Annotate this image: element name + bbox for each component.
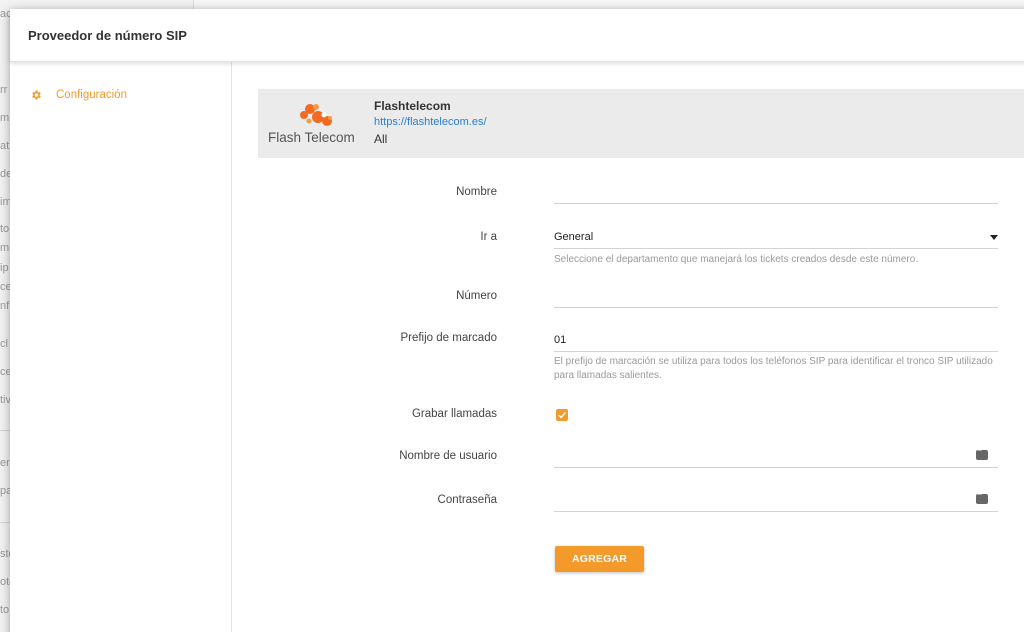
modal-sidebar: Configuración [10, 62, 232, 632]
password-manager-icon[interactable] [976, 447, 988, 460]
modal-header: Proveedor de número SIP [10, 9, 1024, 62]
grabar-label: Grabar llamadas [411, 408, 497, 420]
sidebar-item-label: Configuración [56, 89, 127, 101]
provider-url-link[interactable]: https://flashtelecom.es/ [374, 116, 487, 128]
ir-a-hint: Seleccione el departamento que manejará … [554, 254, 919, 265]
provider-card: Flash Telecom Flashtelecom https://flash… [258, 89, 1024, 158]
modal-body: Configuración Flash Telecom Flashtelecom… [10, 62, 1024, 632]
sidebar-item-configuracion[interactable]: Configuración [30, 89, 127, 101]
modal-content: Flash Telecom Flashtelecom https://flash… [232, 62, 1024, 632]
usuario-input[interactable] [554, 446, 998, 468]
ir-a-selected-value: General [554, 231, 594, 243]
contrasena-label: Contraseña [437, 494, 497, 506]
flash-telecom-logo-mark [300, 104, 332, 126]
agregar-button[interactable]: AGREGAR [555, 546, 644, 572]
contrasena-input[interactable] [554, 490, 998, 512]
gear-icon [30, 89, 42, 101]
nombre-input[interactable] [554, 182, 998, 204]
nombre-label: Nombre [456, 186, 497, 198]
prefijo-input[interactable]: 01 [554, 330, 998, 352]
usuario-label: Nombre de usuario [399, 450, 497, 462]
provider-name: Flashtelecom [374, 99, 451, 113]
prefijo-hint: El prefijo de marcación se utiliza para … [554, 356, 993, 381]
sip-provider-modal: Proveedor de número SIP Configuración Fl… [10, 9, 1024, 632]
provider-logo: Flash Telecom [268, 101, 370, 147]
password-manager-icon[interactable] [976, 491, 988, 504]
dropdown-caret-icon [990, 235, 998, 240]
ir-a-label: Ir a [480, 231, 497, 243]
modal-title: Proveedor de número SIP [28, 28, 187, 43]
checkmark-icon [557, 411, 567, 419]
numero-input[interactable] [554, 286, 998, 308]
numero-label: Número [456, 290, 497, 302]
prefijo-label: Prefijo de marcado [400, 332, 497, 344]
ir-a-select[interactable]: General [554, 227, 998, 249]
provider-logo-text: Flash Telecom [268, 130, 355, 145]
grabar-checkbox[interactable] [556, 409, 568, 421]
provider-scope: All [374, 132, 388, 146]
